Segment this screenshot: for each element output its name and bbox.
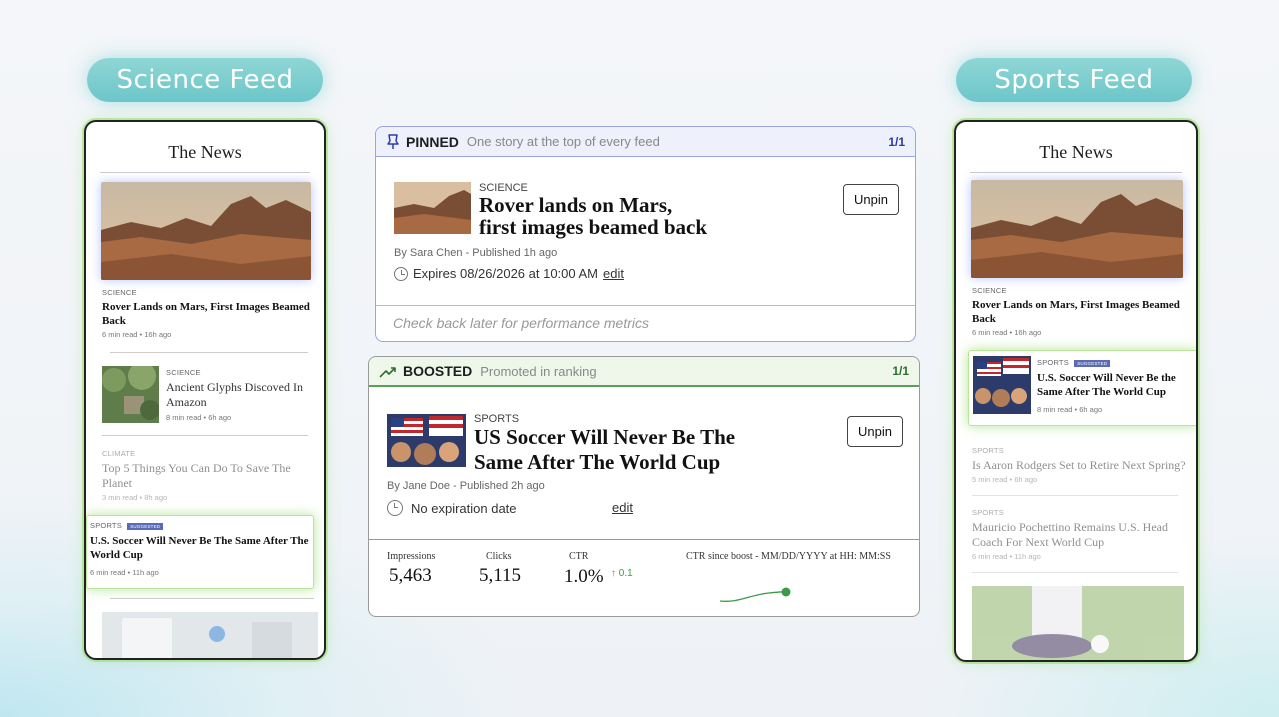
item3-meta: 5 min read • 6h ago <box>972 475 1038 484</box>
science-feed-pill: Science Feed <box>87 58 323 102</box>
clicks-value: 5,115 <box>479 565 522 586</box>
trending-up-icon <box>379 365 397 378</box>
pinned-edit-link[interactable]: edit <box>603 266 624 281</box>
jungle-thumbnail[interactable] <box>102 366 159 423</box>
mars-hero-image[interactable] <box>101 182 311 280</box>
suggested-badge: Suggested <box>127 522 164 530</box>
soccer-fans-thumbnail[interactable] <box>387 414 466 467</box>
item4-kicker: SPORTS <box>90 521 122 530</box>
science-feed-phone: The News SCIENCE Rover Lands on Mars, Fi… <box>84 120 326 660</box>
ctr-value: 1.0% <box>564 566 604 587</box>
boosted-byline: By Jane Doe - Published 2h ago <box>387 480 545 492</box>
item3-kicker: CLIMATE <box>102 449 136 458</box>
item3-kicker: SPORTS <box>972 446 1004 455</box>
pinned-headline-line2[interactable]: first images beamed back <box>479 216 707 239</box>
boosted-kicker: SPORTS <box>474 413 520 425</box>
item3-headline[interactable]: Top 5 Things You Can Do To Save The Plan… <box>102 461 317 491</box>
clock-icon <box>387 500 403 516</box>
hero-kicker: SCIENCE <box>972 286 1007 295</box>
mars-thumbnail[interactable] <box>394 182 471 234</box>
sports-feed-pill: Sports Feed <box>956 58 1192 102</box>
item2-meta: 8 min read • 6h ago <box>166 413 232 422</box>
boosted-headline-line1[interactable]: US Soccer Will Never Be The <box>474 426 735 449</box>
pin-icon <box>386 133 400 150</box>
lab-image[interactable] <box>102 612 318 658</box>
clock-icon <box>394 266 408 281</box>
item2-headline[interactable]: U.S. Soccer Will Never Be the Same After… <box>1037 371 1196 399</box>
item3-meta: 3 min read • 8h ago <box>102 493 168 502</box>
boosted-label: BOOSTED <box>403 363 473 379</box>
pinned-expires: Expires 08/26/2026 at 10:00 AM <box>413 266 599 281</box>
pinned-card: PINNED One story at the top of every fee… <box>375 126 916 342</box>
boosted-edit-link[interactable]: edit <box>612 500 633 515</box>
item4-kicker: SPORTS <box>972 508 1004 517</box>
hero-headline[interactable]: Rover Lands on Mars, First Images Beamed… <box>102 300 318 328</box>
hero-headline[interactable]: Rover Lands on Mars, First Images Beamed… <box>972 298 1194 326</box>
pinned-description: One story at the top of every feed <box>466 134 660 149</box>
ctr-label: CTR <box>569 551 589 562</box>
boosted-description: Promoted in ranking <box>480 363 597 379</box>
item2-meta: 8 min read • 6h ago <box>1037 405 1103 414</box>
sports-feed-phone: The News SCIENCE Rover Lands on Mars, Fi… <box>954 120 1198 662</box>
pinned-header: PINNED One story at the top of every fee… <box>376 127 915 157</box>
ctr-since-boost-label: CTR since boost - MM/DD/YYYY at HH: MM:S… <box>686 551 891 562</box>
impressions-value: 5,463 <box>389 565 432 586</box>
hero-meta: 6 min read • 16h ago <box>972 328 1042 337</box>
suggested-badge: Suggested <box>1074 359 1111 367</box>
boosted-unpin-button[interactable]: Unpin <box>847 416 903 447</box>
hero-meta: 6 min read • 16h ago <box>102 330 172 339</box>
item2-kicker: SCIENCE <box>166 368 201 377</box>
impressions-label: Impressions <box>387 551 436 562</box>
hero-kicker: SCIENCE <box>102 288 137 297</box>
masthead: The News <box>1039 142 1113 162</box>
boosted-headline-line2[interactable]: Same After The World Cup <box>474 451 720 474</box>
pinned-footer: Check back later for performance metrics <box>393 315 649 331</box>
item2-kicker: SPORTS <box>1037 358 1069 367</box>
mars-hero-image[interactable] <box>971 180 1183 278</box>
pinned-headline-line1[interactable]: Rover lands on Mars, <box>479 194 672 217</box>
item4-headline[interactable]: U.S. Soccer Will Never Be The Same After… <box>90 534 310 562</box>
pinned-count: 1/1 <box>888 134 905 149</box>
soccer-fans-thumbnail[interactable] <box>973 356 1031 414</box>
item4-meta: 6 min read • 11h ago <box>90 568 159 577</box>
boosted-header: BOOSTED Promoted in ranking 1/1 <box>369 357 919 387</box>
ctr-delta: ↑ 0.1 <box>611 568 633 579</box>
item4-meta: 6 min read • 11h ago <box>972 552 1041 561</box>
pinned-byline: By Sara Chen - Published 1h ago <box>394 247 558 259</box>
item2-headline[interactable]: Ancient Glyphs Discoved In Amazon <box>166 380 316 410</box>
item3-headline[interactable]: Is Aaron Rodgers Set to Retire Next Spri… <box>972 458 1196 473</box>
golf-image[interactable] <box>972 586 1184 660</box>
boosted-card: BOOSTED Promoted in ranking 1/1 SPORTS U… <box>368 356 920 617</box>
pinned-unpin-button[interactable]: Unpin <box>843 184 899 215</box>
ctr-sparkline <box>719 587 791 602</box>
boosted-count: 1/1 <box>892 364 909 378</box>
clicks-label: Clicks <box>486 551 512 562</box>
boosted-expires: No expiration date <box>411 500 517 516</box>
masthead: The News <box>168 142 242 162</box>
pinned-label: PINNED <box>406 133 459 150</box>
item4-headline[interactable]: Mauricio Pochettino Remains U.S. Head Co… <box>972 520 1194 550</box>
